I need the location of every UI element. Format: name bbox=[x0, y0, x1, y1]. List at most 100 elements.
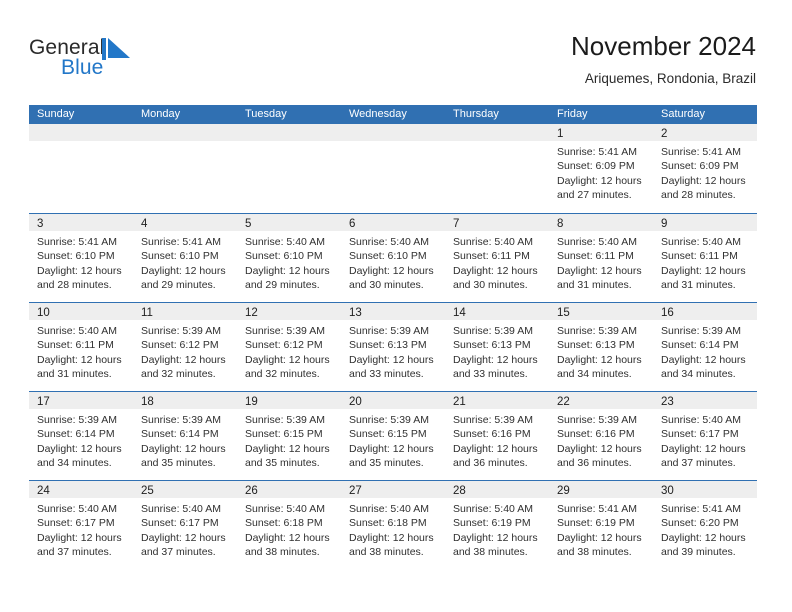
daylight-text: Daylight: 12 hours bbox=[245, 264, 330, 277]
day-details: Sunrise: 5:40 AM Sunset: 6:10 PM Daylight:… bbox=[237, 231, 341, 293]
calendar-day-cell[interactable]: 15 Sunrise: 5:39 AM Sunset: 6:13 PM Dayligh… bbox=[549, 303, 653, 391]
daylight-text: Daylight: 12 hours bbox=[557, 442, 642, 455]
daylight-text-cont: and 35 minutes. bbox=[349, 457, 424, 470]
sunrise-text: Sunrise: 5:40 AM bbox=[141, 503, 221, 515]
calendar-day-cell[interactable]: 24 Sunrise: 5:40 AM Sunset: 6:17 PM Dayligh… bbox=[29, 481, 133, 569]
calendar-day-cell[interactable]: 7 Sunrise: 5:40 AM Sunset: 6:11 PM Daylight… bbox=[445, 214, 549, 302]
calendar-day-cell[interactable]: 21 Sunrise: 5:39 AM Sunset: 6:16 PM Dayligh… bbox=[445, 392, 549, 480]
day-details bbox=[133, 141, 237, 145]
sunset-text: Sunset: 6:12 PM bbox=[245, 339, 323, 352]
calendar-day-cell[interactable]: 22 Sunrise: 5:39 AM Sunset: 6:16 PM Dayligh… bbox=[549, 392, 653, 480]
day-number-band: 10 bbox=[29, 303, 133, 320]
calendar-day-cell-empty bbox=[237, 124, 341, 213]
day-details: Sunrise: 5:39 AM Sunset: 6:14 PM Daylight:… bbox=[29, 409, 133, 471]
calendar-day-cell[interactable]: 18 Sunrise: 5:39 AM Sunset: 6:14 PM Dayligh… bbox=[133, 392, 237, 480]
calendar-day-cell[interactable]: 29 Sunrise: 5:41 AM Sunset: 6:19 PM Dayligh… bbox=[549, 481, 653, 569]
calendar-weeks: 1 Sunrise: 5:41 AM Sunset: 6:09 PM Daylight… bbox=[29, 124, 757, 569]
calendar-day-cell[interactable]: 20 Sunrise: 5:39 AM Sunset: 6:15 PM Dayligh… bbox=[341, 392, 445, 480]
calendar-day-cell[interactable]: 16 Sunrise: 5:39 AM Sunset: 6:14 PM Dayligh… bbox=[653, 303, 757, 391]
daylight-text: Daylight: 12 hours bbox=[557, 264, 642, 277]
calendar-day-cell[interactable]: 19 Sunrise: 5:39 AM Sunset: 6:15 PM Dayligh… bbox=[237, 392, 341, 480]
calendar-day-cell[interactable]: 26 Sunrise: 5:40 AM Sunset: 6:18 PM Dayligh… bbox=[237, 481, 341, 569]
daylight-text: Daylight: 12 hours bbox=[661, 264, 746, 277]
sunset-text: Sunset: 6:14 PM bbox=[141, 428, 219, 441]
calendar-day-cell[interactable]: 4 Sunrise: 5:41 AM Sunset: 6:10 PM Daylight… bbox=[133, 214, 237, 302]
day-number: 19 bbox=[245, 396, 258, 408]
sunset-text: Sunset: 6:19 PM bbox=[557, 517, 635, 530]
day-number: 8 bbox=[557, 218, 564, 230]
daylight-text: Daylight: 12 hours bbox=[245, 531, 330, 544]
sunrise-text: Sunrise: 5:40 AM bbox=[245, 503, 325, 515]
day-number-band: 23 bbox=[653, 392, 757, 409]
calendar-day-cell[interactable]: 8 Sunrise: 5:40 AM Sunset: 6:11 PM Daylight… bbox=[549, 214, 653, 302]
sunrise-text: Sunrise: 5:39 AM bbox=[245, 325, 325, 337]
day-details: Sunrise: 5:39 AM Sunset: 6:13 PM Daylight:… bbox=[549, 320, 653, 382]
day-number: 9 bbox=[661, 218, 668, 230]
sunrise-text: Sunrise: 5:39 AM bbox=[349, 414, 429, 426]
daylight-text: Daylight: 12 hours bbox=[349, 442, 434, 455]
calendar-day-cell[interactable]: 13 Sunrise: 5:39 AM Sunset: 6:13 PM Dayligh… bbox=[341, 303, 445, 391]
day-number-band: 18 bbox=[133, 392, 237, 409]
calendar-day-cell[interactable]: 14 Sunrise: 5:39 AM Sunset: 6:13 PM Dayligh… bbox=[445, 303, 549, 391]
day-number-band: 30 bbox=[653, 481, 757, 498]
day-number-band: 1 bbox=[549, 124, 653, 141]
day-details: Sunrise: 5:41 AM Sunset: 6:20 PM Daylight:… bbox=[653, 498, 757, 560]
triangle-logo-icon bbox=[102, 38, 132, 60]
day-details: Sunrise: 5:40 AM Sunset: 6:18 PM Daylight:… bbox=[341, 498, 445, 560]
sunset-text: Sunset: 6:17 PM bbox=[661, 428, 739, 441]
calendar-week-row: 1 Sunrise: 5:41 AM Sunset: 6:09 PM Daylight… bbox=[29, 124, 757, 213]
day-details: Sunrise: 5:39 AM Sunset: 6:16 PM Daylight:… bbox=[445, 409, 549, 471]
day-number-band bbox=[133, 124, 237, 141]
calendar-day-cell[interactable]: 10 Sunrise: 5:40 AM Sunset: 6:11 PM Dayligh… bbox=[29, 303, 133, 391]
calendar-day-cell[interactable]: 30 Sunrise: 5:41 AM Sunset: 6:20 PM Dayligh… bbox=[653, 481, 757, 569]
calendar-day-cell-empty bbox=[29, 124, 133, 213]
day-number: 22 bbox=[557, 396, 570, 408]
weekday-header-saturday: Saturday bbox=[661, 108, 706, 120]
day-number: 14 bbox=[453, 307, 466, 319]
brand-name-blue: Blue bbox=[61, 56, 104, 79]
calendar-day-cell[interactable]: 28 Sunrise: 5:40 AM Sunset: 6:19 PM Dayligh… bbox=[445, 481, 549, 569]
calendar-day-cell[interactable]: 2 Sunrise: 5:41 AM Sunset: 6:09 PM Daylight… bbox=[653, 124, 757, 213]
calendar-day-cell[interactable]: 27 Sunrise: 5:40 AM Sunset: 6:18 PM Dayligh… bbox=[341, 481, 445, 569]
day-number: 11 bbox=[141, 307, 153, 319]
calendar-day-cell[interactable]: 17 Sunrise: 5:39 AM Sunset: 6:14 PM Dayligh… bbox=[29, 392, 133, 480]
day-number: 2 bbox=[661, 128, 668, 140]
calendar-week-row: 10 Sunrise: 5:40 AM Sunset: 6:11 PM Dayligh… bbox=[29, 302, 757, 391]
brand-logo[interactable]: General Blue bbox=[29, 36, 229, 86]
daylight-text-cont: and 31 minutes. bbox=[661, 279, 736, 292]
daylight-text: Daylight: 12 hours bbox=[661, 174, 746, 187]
day-number-band: 28 bbox=[445, 481, 549, 498]
calendar-day-cell[interactable]: 25 Sunrise: 5:40 AM Sunset: 6:17 PM Dayligh… bbox=[133, 481, 237, 569]
weekday-header-thursday: Thursday bbox=[453, 108, 499, 120]
calendar-day-cell[interactable]: 11 Sunrise: 5:39 AM Sunset: 6:12 PM Dayligh… bbox=[133, 303, 237, 391]
daylight-text-cont: and 38 minutes. bbox=[453, 546, 528, 559]
calendar-day-cell[interactable]: 5 Sunrise: 5:40 AM Sunset: 6:10 PM Daylight… bbox=[237, 214, 341, 302]
calendar-day-cell[interactable]: 1 Sunrise: 5:41 AM Sunset: 6:09 PM Daylight… bbox=[549, 124, 653, 213]
daylight-text-cont: and 37 minutes. bbox=[661, 457, 736, 470]
calendar-day-cell[interactable]: 9 Sunrise: 5:40 AM Sunset: 6:11 PM Daylight… bbox=[653, 214, 757, 302]
calendar-day-cell[interactable]: 23 Sunrise: 5:40 AM Sunset: 6:17 PM Dayligh… bbox=[653, 392, 757, 480]
page-title: November 2024 bbox=[571, 31, 756, 61]
sunset-text: Sunset: 6:18 PM bbox=[349, 517, 427, 530]
sunset-text: Sunset: 6:09 PM bbox=[661, 160, 739, 173]
sunrise-text: Sunrise: 5:39 AM bbox=[349, 325, 429, 337]
sunrise-text: Sunrise: 5:39 AM bbox=[141, 325, 221, 337]
day-details: Sunrise: 5:40 AM Sunset: 6:17 PM Daylight:… bbox=[29, 498, 133, 560]
day-details: Sunrise: 5:41 AM Sunset: 6:10 PM Daylight:… bbox=[133, 231, 237, 293]
calendar-day-cell[interactable]: 6 Sunrise: 5:40 AM Sunset: 6:10 PM Daylight… bbox=[341, 214, 445, 302]
sunrise-text: Sunrise: 5:40 AM bbox=[557, 236, 637, 248]
daylight-text-cont: and 35 minutes. bbox=[141, 457, 216, 470]
day-details bbox=[29, 141, 133, 145]
sunset-text: Sunset: 6:19 PM bbox=[453, 517, 531, 530]
day-details: Sunrise: 5:40 AM Sunset: 6:10 PM Daylight:… bbox=[341, 231, 445, 293]
sunset-text: Sunset: 6:10 PM bbox=[141, 250, 219, 263]
daylight-text-cont: and 29 minutes. bbox=[141, 279, 216, 292]
sunrise-text: Sunrise: 5:39 AM bbox=[453, 414, 533, 426]
daylight-text: Daylight: 12 hours bbox=[141, 353, 226, 366]
sunrise-text: Sunrise: 5:41 AM bbox=[557, 146, 637, 158]
calendar-day-cell[interactable]: 12 Sunrise: 5:39 AM Sunset: 6:12 PM Dayligh… bbox=[237, 303, 341, 391]
day-details: Sunrise: 5:40 AM Sunset: 6:11 PM Daylight:… bbox=[445, 231, 549, 293]
day-number-band: 27 bbox=[341, 481, 445, 498]
calendar-day-cell[interactable]: 3 Sunrise: 5:41 AM Sunset: 6:10 PM Daylight… bbox=[29, 214, 133, 302]
sunset-text: Sunset: 6:16 PM bbox=[557, 428, 635, 441]
